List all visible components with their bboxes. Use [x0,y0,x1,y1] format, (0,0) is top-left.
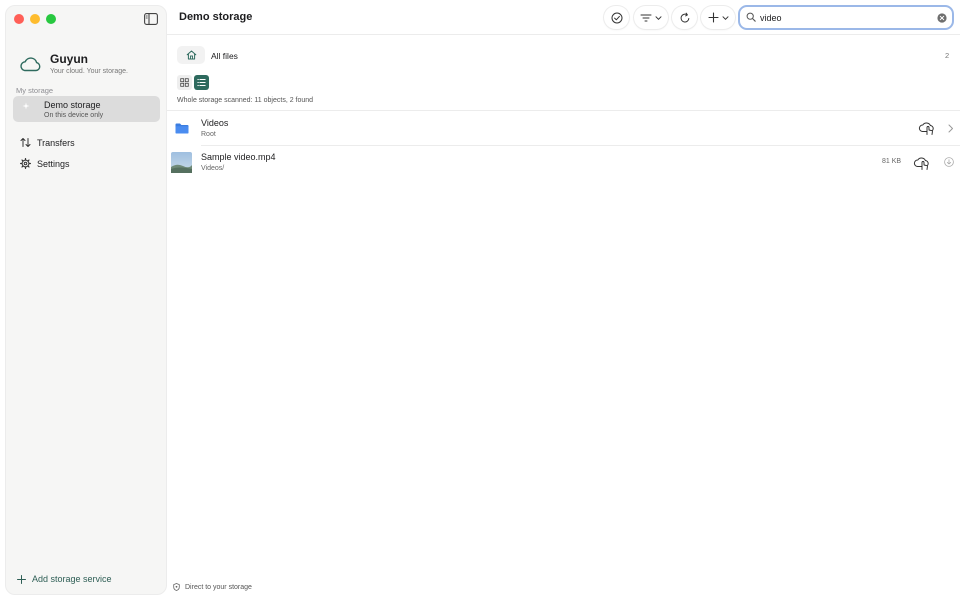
sidebar-item-label: Transfers [37,137,75,148]
clear-search-icon[interactable] [937,13,947,23]
add-button[interactable] [701,6,735,29]
footer: Direct to your storage [173,583,252,591]
search-field[interactable] [738,5,954,30]
scan-status: Whole storage scanned: 11 objects, 2 fou… [177,97,314,104]
close-window-button[interactable] [14,14,24,24]
checkmark-circle-icon [611,12,622,23]
plus-icon [707,12,719,23]
grid-icon [180,78,189,87]
chevron-down-icon [655,15,662,20]
sidebar-item-transfers[interactable]: Transfers [20,137,75,148]
sidebar-item-settings[interactable]: Settings [20,158,70,169]
sort-filter-button[interactable] [634,6,668,29]
toolbar: Demo storage [167,0,960,35]
zoom-window-button[interactable] [46,14,56,24]
chevron-right-icon[interactable] [947,124,954,133]
cloud-logo-icon [20,56,41,71]
chevron-down-icon [722,15,728,20]
list-item-folder[interactable]: Videos Root [167,111,960,145]
brand: Guyun Your cloud. Your storage. [18,52,128,75]
list-icon [197,79,206,86]
breadcrumb-home-button[interactable] [177,46,205,64]
storage-name: Demo storage [44,100,101,110]
filter-lines-icon [640,14,652,21]
brand-name: Guyun [50,52,88,66]
sparkle-icon [22,102,30,110]
item-location: Videos/ [201,165,225,172]
list-view-button[interactable] [194,75,209,90]
cloud-hand-icon[interactable] [918,120,936,135]
result-count: 2 [945,51,950,60]
home-icon [186,50,196,60]
gear-icon [20,158,31,169]
arrows-up-down-icon [20,138,31,147]
video-thumbnail [171,152,192,173]
shield-icon [173,583,180,591]
list-item-file[interactable]: Sample video.mp4 Videos/ 81 KB [167,146,960,180]
sidebar-item-label: Settings [37,158,70,169]
breadcrumb[interactable]: All files [211,51,238,61]
brand-tagline: Your cloud. Your storage. [50,68,128,75]
sidebar-toggle-icon[interactable] [144,13,158,25]
minimize-window-button[interactable] [30,14,40,24]
search-input[interactable] [760,10,930,25]
storage-subtitle: On this device only [44,111,104,119]
item-name: Videos [201,118,229,128]
file-size: 81 KB [882,158,902,165]
view-mode-toggle [177,75,209,90]
item-name: Sample video.mp4 [201,152,276,162]
section-label: My storage [16,86,54,95]
refresh-icon [680,12,689,22]
plus-icon [17,574,26,584]
item-location: Root [201,131,216,138]
page-title: Demo storage [179,11,253,23]
footer-label: Direct to your storage [185,583,252,591]
window-controls [14,14,56,24]
add-storage-button[interactable]: Add storage service [17,574,112,584]
search-icon [746,12,756,22]
cloud-hand-icon[interactable] [913,155,931,170]
grid-view-button[interactable] [177,75,192,90]
sidebar: Guyun Your cloud. Your storage. My stora… [5,5,167,595]
folder-icon [175,123,189,134]
download-icon[interactable] [944,157,954,167]
app-window: Guyun Your cloud. Your storage. My stora… [0,0,960,600]
refresh-button[interactable] [672,6,697,29]
select-button[interactable] [604,6,629,29]
sidebar-item-demo-storage[interactable]: Demo storage On this device only [13,96,160,122]
add-storage-label: Add storage service [32,574,112,584]
